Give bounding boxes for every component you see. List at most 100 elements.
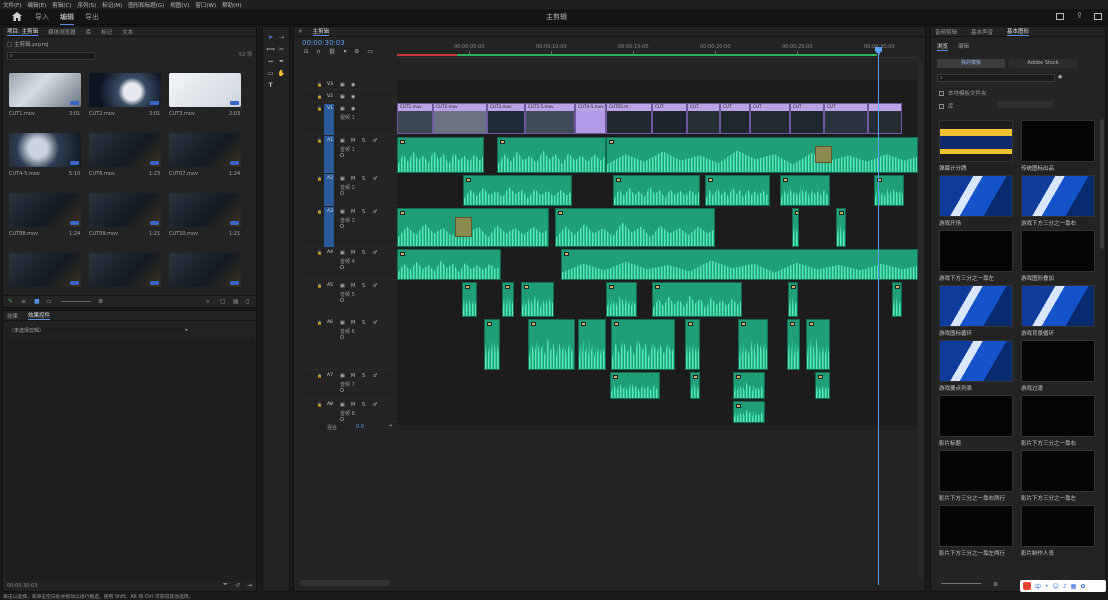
audio-clip[interactable] — [733, 401, 765, 423]
template-thumbnail[interactable] — [1021, 175, 1095, 217]
template-thumbnail[interactable] — [939, 120, 1013, 162]
menu-item[interactable]: 标记(M) — [102, 1, 122, 9]
solo-button[interactable]: S — [362, 373, 365, 379]
audio-clip[interactable] — [484, 319, 500, 370]
adobe-stock-button[interactable]: Adobe Stock — [1009, 59, 1077, 68]
mute-button[interactable]: M — [351, 250, 355, 256]
template-thumbnail[interactable] — [1021, 340, 1095, 382]
tab-text[interactable]: 文本 — [122, 28, 133, 36]
audio-clip[interactable] — [690, 372, 700, 399]
clip-thumbnail[interactable] — [9, 193, 81, 227]
mic-icon[interactable]: ♂ — [373, 250, 377, 256]
audio-clip[interactable] — [561, 249, 918, 280]
mic-icon[interactable]: ♂ — [373, 373, 377, 379]
audio-clip[interactable] — [788, 282, 798, 317]
tab-audio-clip[interactable]: 音频剪辑 — [935, 28, 957, 36]
menu-item[interactable]: 文件(F) — [3, 1, 21, 9]
template-thumbnail[interactable] — [939, 395, 1013, 437]
clip-thumbnail[interactable] — [89, 193, 161, 227]
libraries-option[interactable]: 库 — [939, 102, 954, 110]
audio-clip[interactable] — [780, 175, 830, 206]
clip-thumbnail[interactable] — [9, 253, 81, 287]
export-icon[interactable]: ⇥ — [247, 582, 252, 589]
audio-clip[interactable] — [610, 372, 660, 399]
template-thumbnail[interactable] — [1021, 505, 1095, 547]
solo-button[interactable]: S — [362, 176, 365, 182]
lock-icon[interactable]: 🔒 — [317, 94, 322, 99]
pencil-icon[interactable]: ✎ — [8, 298, 13, 305]
library-dropdown[interactable] — [997, 101, 1053, 108]
lock-icon[interactable]: 🔒 — [317, 402, 322, 407]
ripple-edit-icon[interactable]: ⟺ — [266, 45, 275, 54]
video-clip[interactable]: CUT05.m — [606, 103, 652, 134]
audio-clip[interactable] — [463, 175, 572, 206]
sync-icon[interactable]: ▣ — [340, 94, 345, 100]
selected-audio-clip[interactable] — [815, 146, 832, 163]
template-thumbnail[interactable] — [1021, 395, 1095, 437]
lock-icon[interactable]: 🔒 — [317, 250, 322, 255]
work-area-bar[interactable] — [397, 54, 877, 56]
pen-tool-icon[interactable]: ✒ — [277, 57, 286, 66]
audio-clip[interactable] — [578, 319, 606, 370]
mute-button[interactable]: M — [351, 138, 355, 144]
mute-button[interactable]: M — [351, 176, 355, 182]
volume-knob[interactable]: O — [340, 388, 344, 394]
close-icon[interactable]: ✕ — [298, 29, 303, 35]
marker-icon[interactable]: ▾ — [344, 49, 347, 55]
track-header-v2[interactable]: V2 🔒 ▣ ◉ — [300, 92, 397, 102]
my-templates-button[interactable]: 我的模板 — [937, 59, 1005, 68]
project-search-input[interactable]: ⌕ — [7, 52, 95, 60]
template-thumbnail[interactable] — [939, 285, 1013, 327]
ime-toolbar[interactable]: 中 • ☺ ♪ ▦ ✿ — [1020, 580, 1106, 592]
lock-icon[interactable]: 🔒 — [317, 320, 322, 325]
local-templates-option[interactable]: 本地模板文件夹 — [939, 89, 987, 97]
solo-button[interactable]: S — [362, 209, 365, 215]
audio-clip[interactable] — [792, 208, 799, 247]
lock-icon[interactable]: 🔒 — [317, 209, 322, 214]
icon-view-icon[interactable]: ■ — [34, 298, 40, 305]
audio-clip[interactable] — [502, 282, 514, 317]
volume-knob[interactable]: O — [340, 224, 344, 230]
linked-icon[interactable]: ⛓ — [329, 49, 336, 55]
menu-item[interactable]: 编辑(E) — [27, 1, 46, 9]
menu-item[interactable]: 剪辑(C) — [52, 1, 71, 9]
volume-knob[interactable]: O — [340, 335, 344, 341]
sync-icon[interactable]: ▣ — [340, 320, 345, 326]
mute-button[interactable]: M — [351, 320, 355, 326]
volume-knob[interactable]: O — [340, 153, 344, 159]
sort-icon[interactable]: ≣ — [993, 581, 998, 588]
lock-icon[interactable]: 🔒 — [317, 106, 322, 111]
timeline-v-scrollbar[interactable] — [918, 62, 923, 578]
volume-knob[interactable]: O — [340, 298, 344, 304]
menu-item[interactable]: 视图(V) — [170, 1, 189, 9]
audio-clip[interactable] — [836, 208, 846, 247]
video-clip[interactable]: CUT — [790, 103, 824, 134]
tab-media-browser[interactable]: 媒体浏览器 — [48, 28, 76, 36]
audio-clip[interactable] — [555, 208, 715, 247]
new-bin-icon[interactable]: ▢ — [220, 298, 226, 305]
video-clip[interactable]: CUT — [720, 103, 750, 134]
template-thumbnail[interactable] — [1021, 285, 1095, 327]
audio-clip[interactable] — [705, 175, 770, 206]
solo-button[interactable]: S — [362, 283, 365, 289]
new-item-icon[interactable]: ▤ — [233, 298, 239, 305]
lock-icon[interactable]: 🔒 — [317, 373, 322, 378]
selection-tool-icon[interactable]: ➤ — [266, 33, 275, 42]
volume-knob[interactable]: O — [340, 191, 344, 197]
clip-selector[interactable]: （未选择剪辑） ▸ — [6, 327, 190, 335]
eye-icon[interactable]: ◉ — [351, 94, 355, 100]
sync-icon[interactable]: ▣ — [340, 176, 345, 182]
mute-button[interactable]: M — [351, 373, 355, 379]
tab-edit-graphics[interactable]: 编辑 — [958, 42, 969, 51]
tab-effects[interactable]: 效果 — [7, 312, 18, 320]
sync-icon[interactable]: ▣ — [340, 283, 345, 289]
video-clip[interactable]: CUT3.mov — [487, 103, 525, 134]
track-header-a8[interactable]: A8 🔒 ▣ M S ♂ O 音频 8 — [300, 400, 397, 423]
sort-icon[interactable]: ≣ — [98, 298, 103, 305]
sync-icon[interactable]: ▣ — [340, 373, 345, 379]
mic-icon[interactable]: ♂ — [373, 320, 377, 326]
snap-icon[interactable]: ∩ — [317, 49, 321, 55]
video-clip[interactable]: CUT4-5.mov — [575, 103, 606, 134]
fullscreen-icon[interactable] — [1056, 13, 1064, 20]
audio-clip[interactable] — [497, 137, 606, 173]
